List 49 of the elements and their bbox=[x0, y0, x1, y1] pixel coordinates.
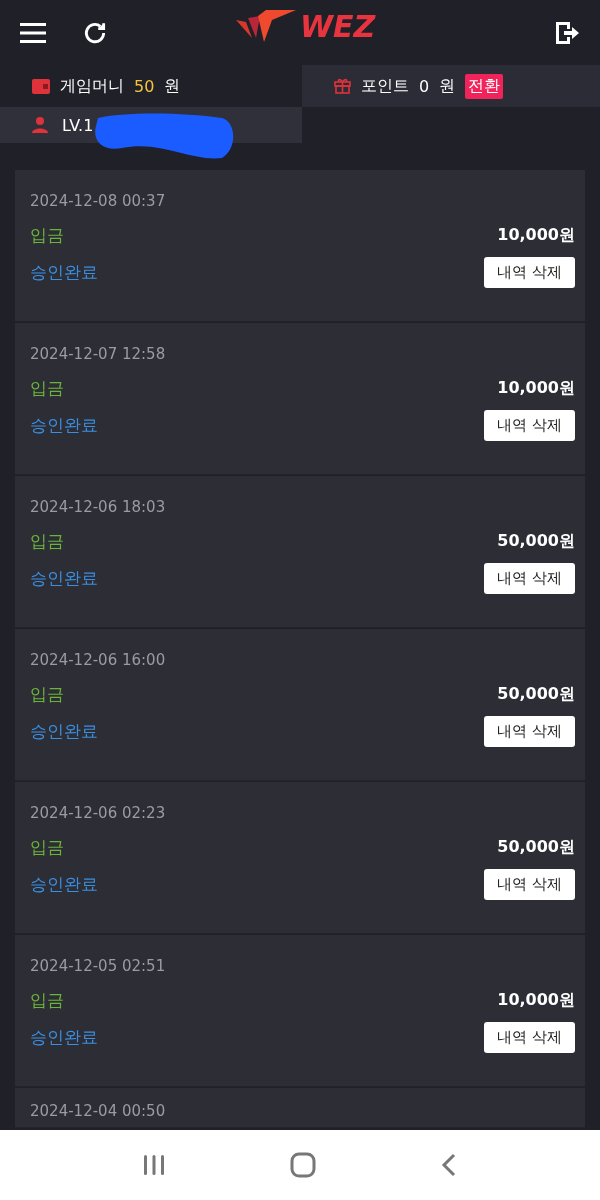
record-status: 승인완료 bbox=[30, 261, 98, 284]
delete-button[interactable]: 내역 삭제 bbox=[484, 257, 575, 288]
record-type: 입금 bbox=[30, 989, 64, 1012]
record-amount: 50,000원 bbox=[497, 837, 575, 858]
record-date: 2024-12-06 16:00 bbox=[30, 651, 167, 669]
record-amount: 10,000원 bbox=[497, 378, 575, 399]
record-type: 입금 bbox=[30, 377, 64, 400]
point-amount: 0 bbox=[419, 76, 430, 96]
record-status: 승인완료 bbox=[30, 567, 98, 590]
record-date: 2024-12-06 02:23 bbox=[30, 804, 167, 822]
user-icon bbox=[32, 117, 48, 133]
game-money-label: 게임머니 bbox=[60, 75, 124, 97]
record-type: 입금 bbox=[30, 224, 64, 247]
delete-button[interactable]: 내역 삭제 bbox=[484, 563, 575, 594]
record-amount: 50,000원 bbox=[497, 531, 575, 552]
user-level: LV.1 bbox=[62, 115, 94, 135]
logout-button[interactable] bbox=[554, 20, 580, 45]
record-amount: 10,000원 bbox=[497, 225, 575, 246]
record-date: 2024-12-04 00:50 bbox=[30, 1102, 167, 1120]
delete-button[interactable]: 내역 삭제 bbox=[484, 716, 575, 747]
record-status: 승인완료 bbox=[30, 873, 98, 896]
wallet-icon bbox=[32, 78, 50, 94]
record-date: 2024-12-08 00:37 bbox=[30, 192, 167, 210]
logo-icon bbox=[236, 10, 296, 42]
delete-button[interactable]: 내역 삭제 bbox=[484, 1022, 575, 1053]
currency-unit: 원 bbox=[164, 75, 181, 97]
back-button[interactable] bbox=[441, 1153, 458, 1177]
game-money-amount: 50 bbox=[134, 76, 155, 96]
delete-button[interactable]: 내역 삭제 bbox=[484, 869, 575, 900]
home-button[interactable] bbox=[290, 1152, 316, 1178]
record-type: 입금 bbox=[30, 530, 64, 553]
record-amount: 50,000원 bbox=[497, 684, 575, 705]
convert-button[interactable]: 전환 bbox=[465, 73, 504, 99]
record-type: 입금 bbox=[30, 836, 64, 859]
record-status: 승인완료 bbox=[30, 1026, 98, 1049]
record-date: 2024-12-05 02:51 bbox=[30, 957, 167, 975]
record-type: 입금 bbox=[30, 683, 64, 706]
record-date: 2024-12-06 18:03 bbox=[30, 498, 167, 516]
record-date: 2024-12-07 12:58 bbox=[30, 345, 167, 363]
menu-button[interactable] bbox=[20, 21, 46, 44]
currency-unit: 원 bbox=[439, 75, 456, 97]
delete-button[interactable]: 내역 삭제 bbox=[484, 410, 575, 441]
record-status: 승인완료 bbox=[30, 720, 98, 743]
point-label: 포인트 bbox=[361, 75, 409, 97]
record-status: 승인완료 bbox=[30, 414, 98, 437]
logo-text: WEZ bbox=[300, 12, 376, 42]
record-amount: 10,000원 bbox=[497, 990, 575, 1011]
gift-icon bbox=[334, 78, 351, 94]
recent-apps-button[interactable] bbox=[142, 1154, 165, 1176]
